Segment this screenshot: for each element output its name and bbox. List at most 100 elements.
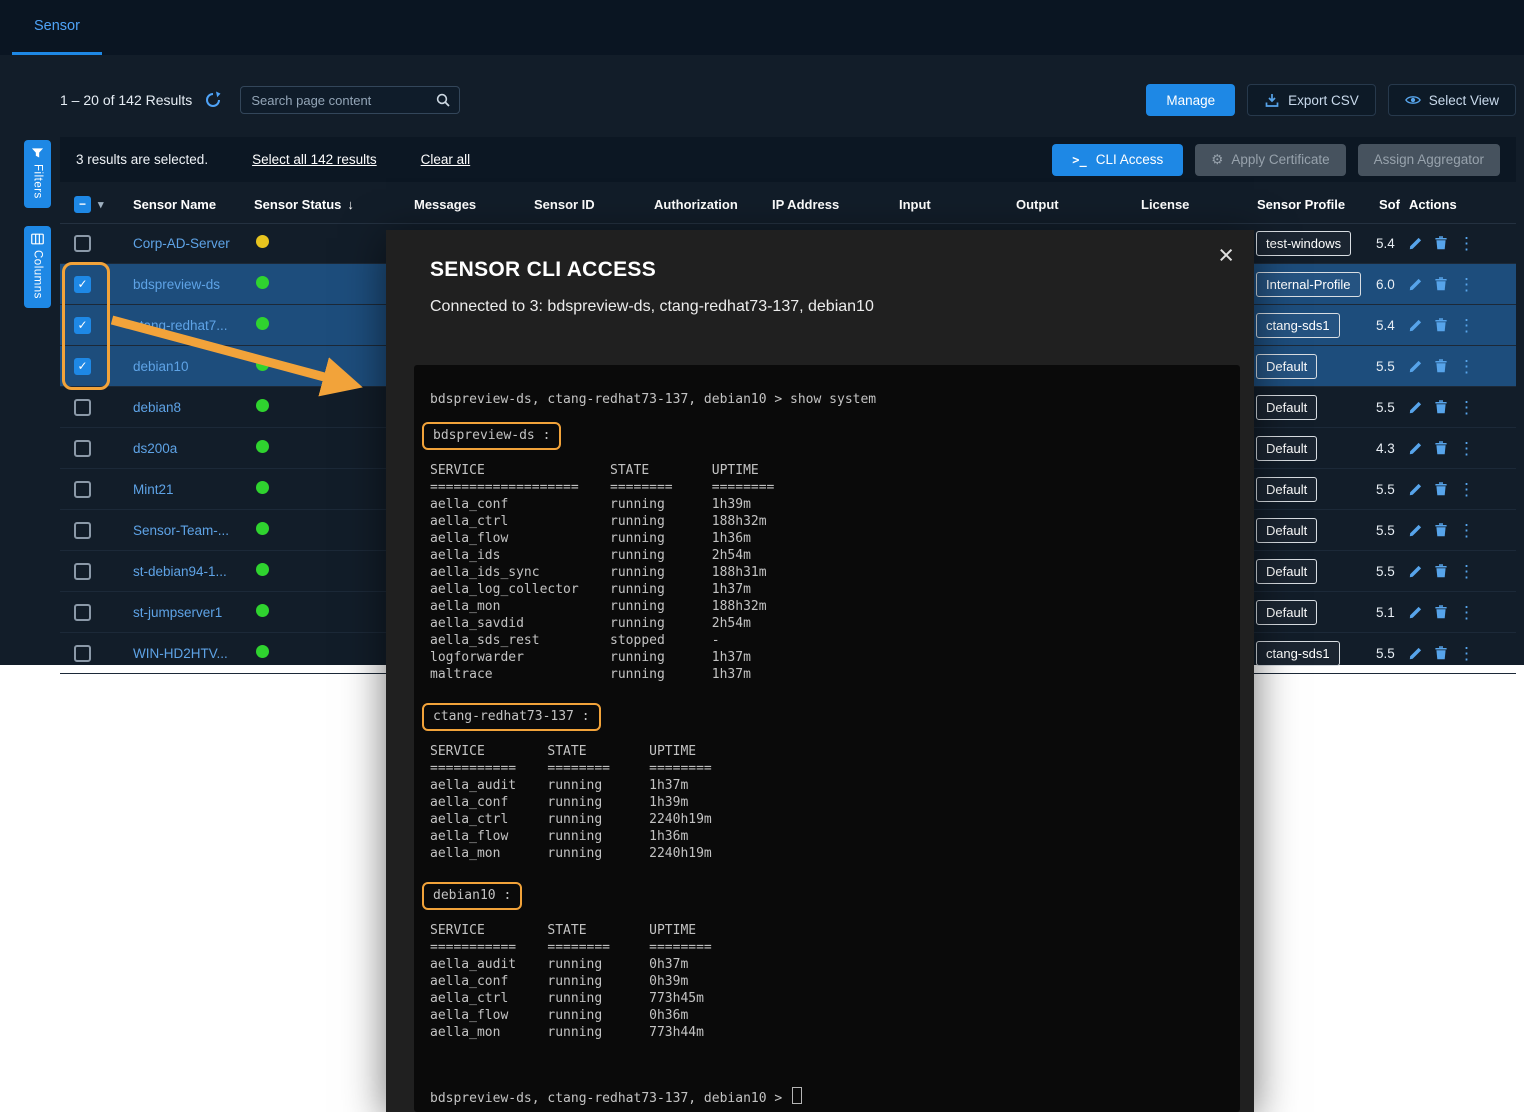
software-version: 5.4 — [1370, 236, 1400, 251]
more-actions-icon[interactable]: ⋮ — [1458, 604, 1475, 621]
more-actions-icon[interactable]: ⋮ — [1458, 399, 1475, 416]
sensor-name-link[interactable]: bdspreview-ds — [133, 277, 220, 292]
search-input[interactable] — [249, 92, 435, 109]
edit-icon[interactable] — [1408, 276, 1424, 292]
column-header-sensor-status[interactable]: Sensor Status↓ — [245, 197, 405, 212]
edit-icon[interactable] — [1408, 604, 1424, 620]
delete-icon[interactable] — [1433, 481, 1449, 497]
edit-icon[interactable] — [1408, 317, 1424, 333]
row-checkbox[interactable] — [74, 481, 91, 498]
delete-icon[interactable] — [1433, 317, 1449, 333]
sidebar-tab-filters[interactable]: Filters — [24, 140, 51, 208]
delete-icon[interactable] — [1433, 604, 1449, 620]
edit-icon[interactable] — [1408, 235, 1424, 251]
edit-icon[interactable] — [1408, 358, 1424, 374]
edit-icon[interactable] — [1408, 481, 1424, 497]
select-dropdown-caret-icon[interactable]: ▾ — [98, 198, 104, 211]
column-header-ip-address[interactable]: IP Address — [763, 197, 890, 212]
more-actions-icon[interactable]: ⋮ — [1458, 563, 1475, 580]
cli-access-button[interactable]: >_ CLI Access — [1052, 144, 1183, 176]
apply-certificate-button[interactable]: ⚙ Apply Certificate — [1195, 144, 1345, 176]
sensor-profile-chip[interactable]: Internal-Profile — [1256, 272, 1361, 297]
column-header-authorization[interactable]: Authorization — [645, 197, 763, 212]
close-icon[interactable]: × — [1218, 242, 1234, 269]
delete-icon[interactable] — [1433, 399, 1449, 415]
selected-count-text: 3 results are selected. — [76, 152, 208, 167]
sensor-name-link[interactable]: debian10 — [133, 359, 189, 374]
row-checkbox[interactable]: ✓ — [74, 276, 91, 293]
row-checkbox[interactable]: ✓ — [74, 317, 91, 334]
delete-icon[interactable] — [1433, 358, 1449, 374]
sensor-name-link[interactable]: debian8 — [133, 400, 181, 415]
sensor-name-link[interactable]: Sensor-Team-... — [133, 523, 229, 538]
clear-all-link[interactable]: Clear all — [421, 152, 471, 167]
sensor-profile-chip[interactable]: Default — [1256, 436, 1317, 461]
sensor-profile-chip[interactable]: Default — [1256, 354, 1317, 379]
select-all-link[interactable]: Select all 142 results — [252, 152, 377, 167]
column-header-output[interactable]: Output — [1007, 197, 1132, 212]
tab-sensor[interactable]: Sensor — [12, 0, 102, 55]
refresh-icon[interactable] — [204, 91, 222, 109]
row-checkbox[interactable] — [74, 563, 91, 580]
manage-button[interactable]: Manage — [1146, 84, 1235, 116]
column-header-license[interactable]: License — [1132, 197, 1248, 212]
row-checkbox[interactable] — [74, 440, 91, 457]
more-actions-icon[interactable]: ⋮ — [1458, 522, 1475, 539]
edit-icon[interactable] — [1408, 522, 1424, 538]
more-actions-icon[interactable]: ⋮ — [1458, 645, 1475, 662]
delete-icon[interactable] — [1433, 522, 1449, 538]
sensor-profile-chip[interactable]: Default — [1256, 477, 1317, 502]
column-header-sensor-id[interactable]: Sensor ID — [525, 197, 645, 212]
column-header-actions[interactable]: Actions — [1400, 197, 1516, 212]
sensor-name-link[interactable]: ds200a — [133, 441, 177, 456]
edit-icon[interactable] — [1408, 440, 1424, 456]
sensor-profile-chip[interactable]: Default — [1256, 559, 1317, 584]
more-actions-icon[interactable]: ⋮ — [1458, 235, 1475, 252]
delete-icon[interactable] — [1433, 645, 1449, 661]
sidebar-tab-columns[interactable]: Columns — [24, 226, 51, 308]
sensor-name-link[interactable]: WIN-HD2HTV... — [133, 646, 228, 661]
sensor-profile-chip[interactable]: Default — [1256, 600, 1317, 625]
export-csv-button[interactable]: Export CSV — [1247, 84, 1376, 116]
row-checkbox[interactable]: ✓ — [74, 358, 91, 375]
status-dot — [256, 276, 269, 289]
more-actions-icon[interactable]: ⋮ — [1458, 317, 1475, 334]
sensor-name-link[interactable]: st-jumpserver1 — [133, 605, 222, 620]
sensor-profile-chip[interactable]: Default — [1256, 395, 1317, 420]
sensor-name-link[interactable]: st-debian94-1... — [133, 564, 227, 579]
row-checkbox[interactable] — [74, 399, 91, 416]
sensor-name-link[interactable]: Mint21 — [133, 482, 174, 497]
terminal-panel[interactable]: bdspreview-ds, ctang-redhat73-137, debia… — [414, 365, 1240, 1112]
edit-icon[interactable] — [1408, 399, 1424, 415]
sensor-profile-chip[interactable]: test-windows — [1256, 231, 1351, 256]
row-actions-cell: ⋮ — [1400, 317, 1516, 334]
delete-icon[interactable] — [1433, 563, 1449, 579]
row-checkbox[interactable] — [74, 522, 91, 539]
more-actions-icon[interactable]: ⋮ — [1458, 440, 1475, 457]
column-header-input[interactable]: Input — [890, 197, 1007, 212]
column-header-sensor-name[interactable]: Sensor Name — [124, 197, 245, 212]
delete-icon[interactable] — [1433, 235, 1449, 251]
edit-icon[interactable] — [1408, 645, 1424, 661]
column-header-soft[interactable]: Soft — [1370, 197, 1400, 212]
sensor-name-link[interactable]: ctang-redhat7... — [133, 318, 228, 333]
row-checkbox[interactable] — [74, 645, 91, 662]
column-header-messages[interactable]: Messages — [405, 197, 525, 212]
sensor-profile-chip[interactable]: Default — [1256, 518, 1317, 543]
terminal-prompt-line[interactable]: bdspreview-ds, ctang-redhat73-137, debia… — [430, 1087, 1224, 1107]
select-all-checkbox[interactable]: − — [74, 196, 91, 213]
row-checkbox[interactable] — [74, 235, 91, 252]
sensor-profile-chip[interactable]: ctang-sds1 — [1256, 313, 1340, 338]
delete-icon[interactable] — [1433, 440, 1449, 456]
sensor-profile-chip[interactable]: ctang-sds1 — [1256, 641, 1340, 666]
more-actions-icon[interactable]: ⋮ — [1458, 481, 1475, 498]
assign-aggregator-button[interactable]: Assign Aggregator — [1358, 144, 1500, 176]
more-actions-icon[interactable]: ⋮ — [1458, 358, 1475, 375]
edit-icon[interactable] — [1408, 563, 1424, 579]
more-actions-icon[interactable]: ⋮ — [1458, 276, 1475, 293]
select-view-button[interactable]: Select View — [1388, 84, 1516, 116]
delete-icon[interactable] — [1433, 276, 1449, 292]
column-header-sensor-profile[interactable]: Sensor Profile — [1248, 197, 1370, 212]
sensor-name-link[interactable]: Corp-AD-Server — [133, 236, 230, 251]
row-checkbox[interactable] — [74, 604, 91, 621]
